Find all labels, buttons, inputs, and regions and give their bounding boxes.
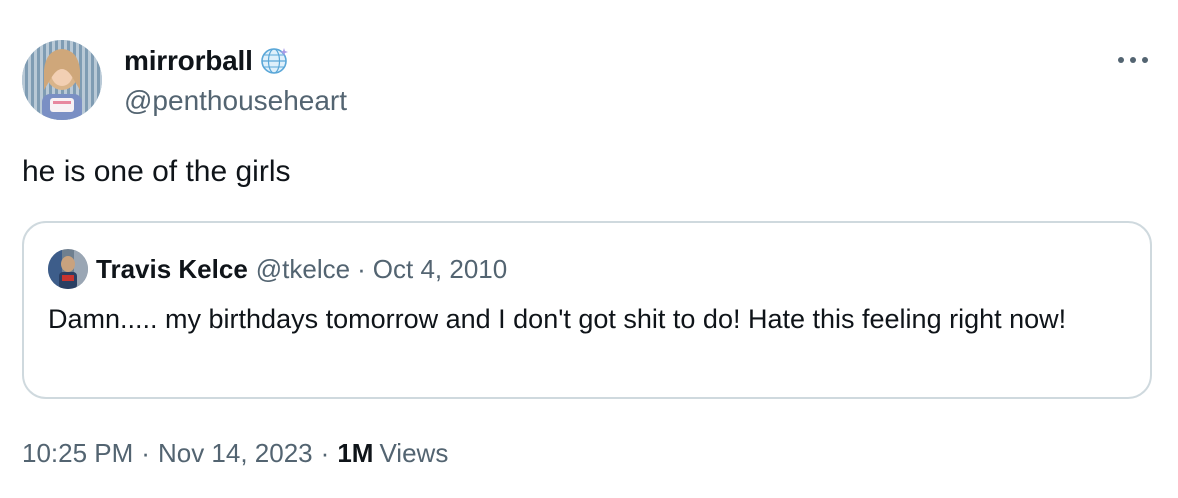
quoted-text: Damn..... my birthdays tomorrow and I do… (48, 304, 1067, 334)
quoted-tweet[interactable]: Travis Kelce @tkelce · Oct 4, 2010 Damn.… (22, 221, 1152, 399)
author-handle[interactable]: @penthouseheart (124, 84, 347, 118)
more-dot (1142, 57, 1148, 63)
disco-globe-icon (260, 48, 288, 74)
quoted-separator: · (357, 254, 366, 284)
author-avatar[interactable] (22, 40, 102, 120)
meta-separator: · (141, 438, 150, 468)
quoted-author-avatar (48, 249, 88, 289)
tweet-date[interactable]: Nov 14, 2023 (158, 436, 313, 470)
tweet-text: he is one of the girls (22, 155, 291, 188)
meta-separator: · (320, 438, 330, 468)
author-name-row: mirrorball (124, 44, 289, 78)
tweet-meta: 10:25 PM · Nov 14, 2023 · 1M Views (22, 436, 448, 470)
more-options-icon[interactable] (1112, 46, 1154, 74)
views-label: Views (379, 438, 449, 468)
quoted-display-name: Travis Kelce (96, 254, 248, 284)
quoted-handle: @tkelce (255, 254, 351, 284)
tweet-time[interactable]: 10:25 PM (22, 436, 133, 470)
views-count: 1M (337, 438, 374, 468)
quoted-header: Travis Kelce @tkelce · Oct 4, 2010 (96, 252, 507, 286)
more-dot (1118, 57, 1124, 63)
profile-photo-icon (22, 40, 102, 120)
profile-photo-icon (48, 249, 88, 289)
more-dot (1130, 57, 1136, 63)
author-display-name[interactable]: mirrorball (124, 44, 253, 78)
quoted-date: Oct 4, 2010 (372, 254, 508, 284)
tweet-card: mirrorball @penthouseheart he is one of … (0, 0, 1178, 498)
